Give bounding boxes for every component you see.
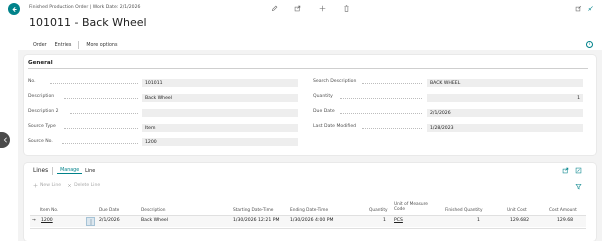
row-cost-amount[interactable]: 129.68 (557, 218, 573, 223)
ellipsis-icon (90, 219, 92, 225)
new-line-button[interactable]: New Line (33, 183, 61, 188)
source-type-field[interactable]: Item (142, 124, 298, 132)
due-date-label: Due Date (313, 109, 335, 114)
arrow-left-icon (11, 6, 17, 12)
lines-actions: New Line Delete Line (33, 183, 100, 188)
tab-line[interactable]: Line (82, 169, 98, 174)
dotted-leader (50, 83, 138, 84)
delete-line-button[interactable]: Delete Line (67, 183, 100, 188)
last-date-modified-field[interactable]: 1/28/2023 (427, 124, 583, 132)
row-unit-of-measure-code[interactable]: PCS (394, 218, 403, 223)
delete-line-icon (67, 183, 72, 188)
dotted-leader (70, 113, 138, 114)
description-2-label: Description 2 (28, 109, 59, 114)
column-header-starting-date-time[interactable]: Starting Date-Time (233, 208, 273, 213)
search-description-field[interactable]: BACK WHEEL (427, 79, 583, 87)
column-header-ending-date-time[interactable]: Ending Date-Time (290, 208, 328, 213)
divider (28, 68, 588, 69)
dotted-leader (362, 83, 422, 84)
column-header-unit-cost[interactable]: Unit Cost (507, 208, 527, 213)
column-header-description[interactable]: Description (141, 208, 165, 213)
divider (30, 228, 586, 229)
order-action[interactable]: Order (29, 43, 51, 48)
row-unit-cost[interactable]: 129.682 (510, 218, 529, 223)
dotted-leader (340, 98, 422, 99)
new-line-label: New Line (40, 183, 62, 188)
last-date-modified-label: Last Date Modified (313, 124, 357, 129)
column-header-quantity[interactable]: Quantity (369, 208, 388, 213)
quantity-label: Quantity (313, 94, 333, 99)
plus-icon[interactable] (318, 4, 327, 13)
expand-icon[interactable] (574, 4, 583, 13)
row-starting-date-time[interactable]: 1/30/2026 12:21 PM (233, 218, 279, 223)
general-card (24, 55, 596, 155)
row-item-no[interactable]: 1200 (41, 218, 53, 223)
trash-icon[interactable] (342, 4, 351, 13)
row-description[interactable]: Back Wheel (141, 218, 168, 223)
column-header-unit-of-measure-code[interactable]: Unit of Measure Code (394, 202, 432, 213)
source-type-label: Source Type (28, 124, 56, 129)
search-description-label: Search Description (313, 79, 357, 84)
lines-header: Lines Manage Line (33, 167, 98, 175)
due-date-field[interactable]: 2/1/2026 (427, 109, 583, 117)
back-button[interactable] (8, 3, 20, 15)
share-icon[interactable] (561, 166, 570, 175)
delete-line-label: Delete Line (74, 183, 101, 188)
side-panel-toggle[interactable] (0, 132, 10, 148)
row-selected-arrow-icon: → (32, 218, 36, 223)
breadcrumb: Finished Production Order | Work Date: 2… (29, 5, 141, 10)
tab-manage[interactable]: Manage (57, 168, 83, 174)
source-no-field[interactable]: 1200 (142, 138, 298, 146)
expand-icon[interactable] (574, 166, 583, 175)
row-actions-button[interactable] (86, 217, 95, 226)
row-quantity[interactable]: 1 (383, 218, 386, 223)
no-field[interactable]: 101011 (142, 79, 298, 87)
source-no-label: Source No. (28, 139, 53, 144)
new-line-icon (33, 183, 38, 188)
info-icon[interactable]: i (586, 41, 593, 48)
divider (52, 167, 54, 175)
dotted-leader (64, 98, 138, 99)
description-field[interactable]: Back Wheel (142, 94, 298, 102)
dotted-leader (64, 128, 138, 129)
more-options-action[interactable]: More options (82, 43, 121, 48)
action-bar: Order Entries More options (29, 40, 121, 50)
description-label: Description (28, 94, 55, 99)
lines-card (24, 163, 596, 241)
row-due-date[interactable]: 2/1/2026 (99, 218, 120, 223)
column-header-cost-amount[interactable]: Cost Amount (549, 208, 577, 213)
share-icon[interactable] (293, 4, 302, 13)
column-header-item-no[interactable]: Item No. (40, 208, 58, 213)
dotted-leader (362, 128, 422, 129)
column-header-due-date[interactable]: Due Date (99, 208, 119, 213)
column-header-finished-quantity[interactable]: Finished Quantity (445, 208, 483, 213)
dotted-leader (340, 113, 422, 114)
chevron-left-icon (3, 137, 7, 143)
no-label: No. (28, 79, 36, 84)
row-ending-date-time[interactable]: 1/30/2026 4:00 PM (290, 218, 334, 223)
entries-action[interactable]: Entries (51, 43, 76, 48)
divider (78, 41, 80, 49)
pencil-icon[interactable] (270, 4, 279, 13)
collapse-icon[interactable] (586, 4, 595, 13)
general-section-title[interactable]: General (28, 60, 53, 66)
page-title: 101011 - Back Wheel (29, 16, 147, 29)
row-finished-quantity[interactable]: 1 (477, 218, 480, 223)
dotted-leader (62, 143, 138, 144)
lines-title[interactable]: Lines (33, 168, 48, 174)
quantity-field[interactable]: 1 (427, 94, 583, 102)
description-2-field[interactable] (142, 109, 298, 117)
filter-icon[interactable] (574, 182, 583, 191)
